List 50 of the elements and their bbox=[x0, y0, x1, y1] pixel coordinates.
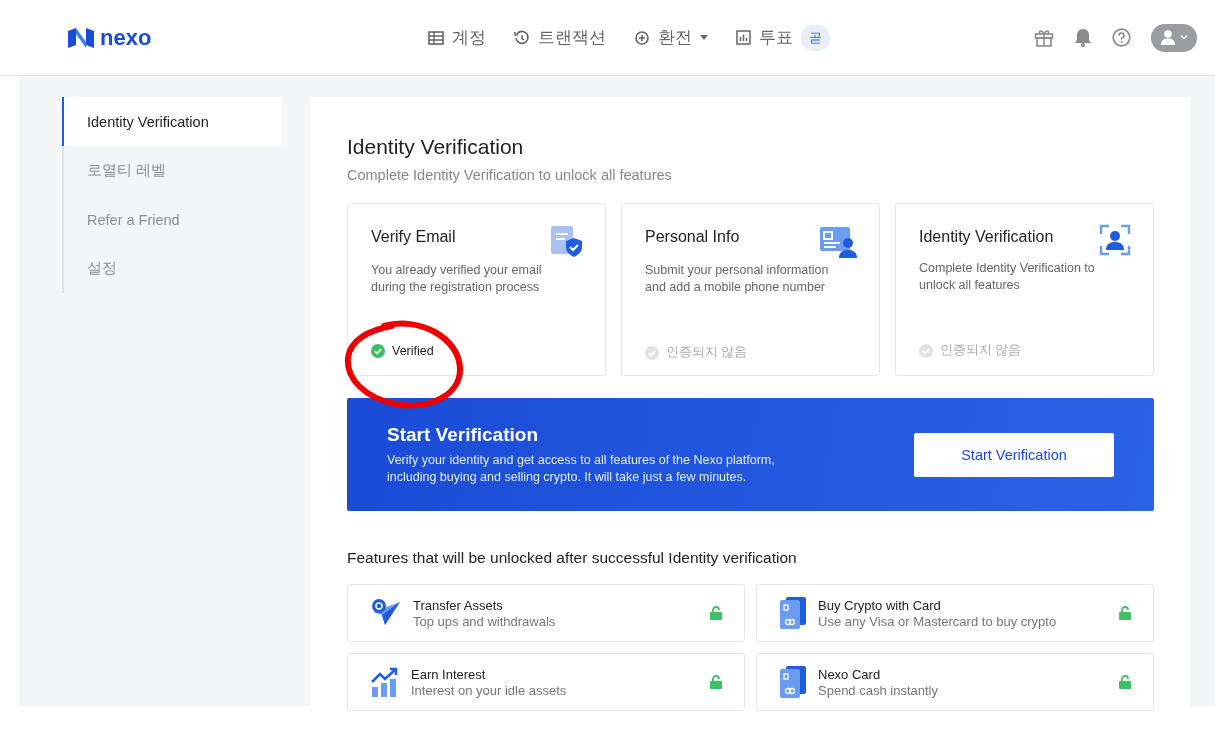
step-status: 인증되지 않음 bbox=[666, 344, 748, 361]
feature-description: Top ups and withdrawals bbox=[413, 613, 557, 629]
nav-item[interactable]: 트랜잭션 bbox=[514, 24, 606, 51]
feature-title: Nexo Card bbox=[818, 666, 882, 682]
step-title: Identity Verification bbox=[919, 228, 1054, 246]
step-title: Personal Info bbox=[645, 228, 740, 246]
page-title: Identity Verification bbox=[347, 135, 525, 159]
caret-icon bbox=[700, 35, 708, 40]
feature-description: Use any Visa or Mastercard to buy crypto bbox=[818, 613, 1058, 629]
step-status: 인증되지 않음 bbox=[940, 342, 1022, 359]
banner-text: Verify your identity and get access to all features of the Nexo platform, including buying and selling crypto. It will take just a few minutes. bbox=[387, 451, 776, 486]
sidebar-item[interactable]: 로열티 레벨 bbox=[62, 146, 282, 195]
id-card-user-icon bbox=[819, 224, 857, 258]
face-scan-icon bbox=[1099, 224, 1131, 256]
nav-item[interactable]: 계정 bbox=[428, 24, 486, 51]
step-description: Submit your personal information and add a mobile phone number bbox=[645, 262, 830, 296]
feature-title: Earn Interest bbox=[411, 666, 487, 682]
sidebar-item[interactable]: Identity Verification bbox=[62, 97, 282, 146]
features-heading: Features that will be unlocked after successful Identity verification bbox=[347, 549, 798, 567]
feature-description: Spend cash instantly bbox=[818, 682, 939, 698]
gift-icon[interactable] bbox=[1034, 28, 1054, 47]
sidebar-item[interactable]: Refer a Friend bbox=[62, 195, 282, 244]
feature-title: Transfer Assets bbox=[413, 597, 504, 613]
step-title: Verify Email bbox=[371, 228, 456, 246]
history-icon bbox=[514, 29, 530, 46]
page-subtitle: Complete Identity Verification to unlock all features bbox=[347, 167, 673, 183]
account-menu-button[interactable] bbox=[1151, 23, 1197, 52]
chart-icon bbox=[736, 30, 751, 45]
step-description: You already verified your email during the registration process bbox=[371, 262, 543, 296]
caret-icon bbox=[1180, 35, 1188, 40]
step-status: Verified bbox=[392, 344, 434, 358]
document-shield-icon bbox=[549, 224, 583, 258]
nav-item[interactable]: 투표 곧 bbox=[736, 24, 830, 51]
soon-badge: 곧 bbox=[801, 24, 830, 51]
bell-icon[interactable] bbox=[1074, 28, 1092, 47]
user-icon bbox=[1160, 30, 1176, 45]
start-verification-button[interactable]: Start Verification bbox=[914, 432, 1114, 477]
logo-icon bbox=[68, 27, 94, 48]
help-icon[interactable] bbox=[1112, 28, 1131, 47]
table-icon bbox=[428, 30, 444, 45]
card-icon bbox=[780, 666, 806, 698]
step-description: Complete Identity Verification to unlock all features bbox=[919, 260, 1096, 294]
sidebar-item[interactable]: 설정 bbox=[62, 244, 282, 293]
feature-description: Interest on your idle assets bbox=[411, 682, 568, 698]
feature-title: Buy Crypto with Card bbox=[818, 597, 942, 613]
nav-item[interactable]: 환전 bbox=[634, 24, 708, 51]
growth-chart-icon bbox=[371, 667, 399, 697]
card-icon bbox=[780, 597, 806, 629]
logo-text: nexo bbox=[100, 24, 152, 51]
banner-title: Start Verification bbox=[387, 423, 539, 446]
